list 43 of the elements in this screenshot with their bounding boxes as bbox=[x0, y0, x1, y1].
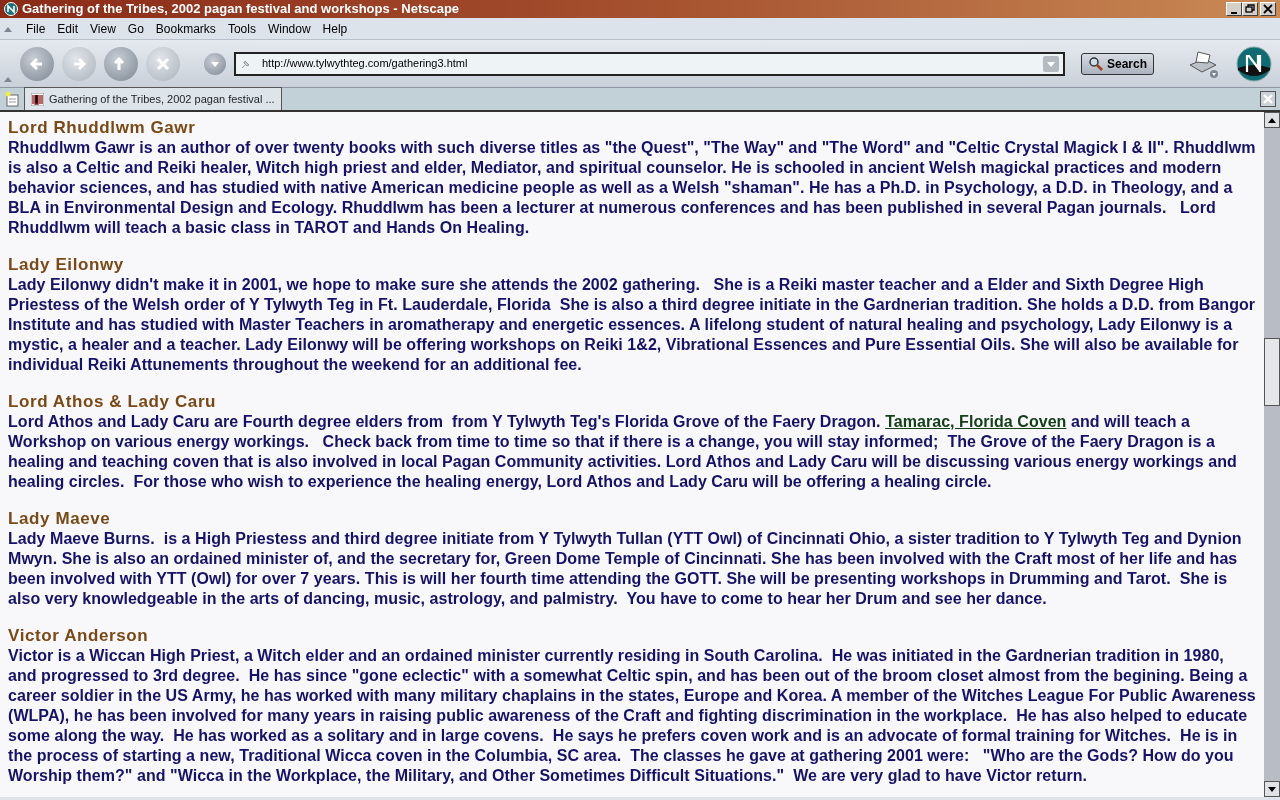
reload-button[interactable] bbox=[104, 46, 138, 81]
restore-icon[interactable] bbox=[1242, 2, 1258, 16]
menu-item[interactable]: Go bbox=[121, 17, 150, 40]
menu-item[interactable]: Tools bbox=[221, 17, 262, 40]
section-heading: Victor Anderson bbox=[8, 626, 150, 646]
address-bar[interactable]: http://www.tylwythteg.com/gathering3.html bbox=[234, 51, 1065, 76]
section-heading: Lord Rhuddlwm Gawr bbox=[8, 118, 197, 138]
menu-item[interactable]: View bbox=[84, 17, 122, 40]
menu-item[interactable]: Window bbox=[261, 17, 317, 40]
section-heading: Lord Athos & Lady Caru bbox=[8, 392, 218, 412]
menu-item[interactable]: File bbox=[20, 17, 52, 40]
scroll-up-button[interactable] bbox=[1264, 112, 1280, 128]
biography-paragraph: Lady Maeve Burns. is a High Priestess and third degree initiate from Y Tylwyth Tullan (YTT Owl) of Cincinnati Ohio, a sister tradition to Y Tylwyth Teg and Dynion Mwyn. She is also an ordained minister of, and the secretary for, Green Dome Temple of Cincinnati. She has been involved with the Craft most of her life and has been involved with YTT (Owl) for over 7 years. This is will her fourth time attending the GOTT. She will be presenting workshops in Drumming and Tarot. She is also very knowledgeable in the arts of dancing, music, astrology, and palmistry. You have to come to hear her Drum and see her dance. bbox=[8, 529, 1243, 609]
toolbar-grip-icon bbox=[4, 75, 12, 83]
section-heading: Lady Maeve bbox=[8, 509, 112, 529]
minimize-icon[interactable] bbox=[1226, 2, 1242, 16]
new-tab-icon bbox=[4, 91, 20, 107]
scroll-down-button[interactable] bbox=[1264, 781, 1280, 797]
menu-item[interactable]: Edit bbox=[51, 17, 85, 40]
search-icon bbox=[1087, 55, 1104, 72]
close-icon[interactable] bbox=[1260, 2, 1276, 16]
address-field[interactable]: http://www.tylwythteg.com/gathering3.html bbox=[260, 54, 1043, 73]
app-logo-icon bbox=[4, 2, 18, 16]
history-dropdown-button[interactable] bbox=[204, 52, 226, 75]
biography-paragraph: Lord Athos and Lady Caru are Fourth degree elders from from Y Tylwyth Teg's Florida Grove of the Faery Dragon. Tamarac, Florida Coven and will teach a Workshop on various energy workings. Check back from time to time so that if there is a change, you will stay informed; The Grove of the Faery Dragon is a healing and teaching coven that is also involved in local Pagan Community activities. Lord Athos and Lady Caru will be discussing various energy workings and healing circles. For those who wish to experience the healing energy, Lord Athos and Lady Caru will be offering a healing circle. bbox=[8, 412, 1238, 492]
scroll-thumb[interactable] bbox=[1264, 338, 1280, 406]
up-arrow-icon bbox=[1268, 117, 1276, 123]
biography-paragraph: Rhuddlwm Gawr is an author of over twenty books with such diverse titles as "the Quest", "The Way" and "The Word" and "Celtic Crystal Magick I & II". Rhuddlwm is also a Celtic and Reiki healer, Witch high priest and elder, Mediator, and spiritual counselor. He is schooled in ancient Welsh magickal practices and modern behavior sciences, and has studied with native American medicine people as well as a Welsh "shaman". He has a Ph.D. in Psychology, a D.D. in Theology, and a BLA in Environmental Design and Ecology. Rhuddlwm has been a lecturer at numerous conferences and has been published in several Pagan journals. Lord Rhuddlwm will teach a basic class in TAROT and Hands On Healing. bbox=[8, 138, 1256, 238]
site-favicon-icon bbox=[31, 92, 44, 106]
search-button[interactable]: Search bbox=[1080, 52, 1154, 75]
menu-item[interactable]: Bookmarks bbox=[149, 17, 222, 40]
window-title: Gathering of the Tribes, 2002 pagan festival and workshops - Netscape bbox=[22, 0, 461, 18]
caret-icon bbox=[210, 59, 220, 68]
down-arrow-icon bbox=[1268, 786, 1276, 792]
menu-item[interactable]: Help bbox=[316, 17, 354, 40]
netscape-logo-icon bbox=[1236, 45, 1272, 82]
coven-link[interactable]: Tamarac, Florida Coven bbox=[885, 413, 1067, 430]
browser-tab[interactable]: Gathering of the Tribes, 2002 pagan festival ... bbox=[24, 87, 282, 110]
biography-paragraph: Victor is a Wiccan High Priest, a Witch elder and an ordained minister currently residing in South Carolina. He was initiated in the Gardnerian tradition in 1980, and progressed to 3rd degree. He has since "gone eclectic" with a somewhat Celtic spin, and has been out of the broom closet almost from the begining. Being a career soldier in the US Army, he has worked with many military chaplains in the states, Europe and Korea. A member of the Witches League For Public Awareness (WLPA), he has been involved for many years in raising public awareness of the Craft and fighting discrimination in the workplace. He has also helped to educate some along the way. He has worked as a solitary and in large covens. He says he prefers coven work and is an advocate of formal training for Witches. He is in the process of starting a new, Traditional Wicca coven in the Columbia, SC area. The classes he gave at gathering 2001 were: "Who are the Gods? How do you Worship them?" and "Wicca in the Workplace, the Military, and Other Sometimes Difficult Situations." We are very glad to have Victor return. bbox=[8, 646, 1256, 786]
biography-paragraph: Lady Eilonwy didn't make it in 2001, we hope to make sure she attends the 2002 gathering. She is a Reiki master teacher and a Elder and Sixth Degree High Priestess of the Welsh order of Y Tylwyth Teg in Ft. Lauderdale, Florida She is also a third degree initiate in the Gardnerian tradition. She holds a D.D. from Bangor Institute and has studied with Master Teachers in aromatherapy and energetic essences. A lifelong student of natural healing and psychology, Lady Eilonwy is a mystic, a healer and a teacher. Lady Eilonwy will be offering workshops on Reiki 1&2, Vibrational Essences and Pure Essential Oils. She will also be available for individual Reiki Attunements throughout the weekend for an additional fee. bbox=[8, 275, 1256, 375]
close-tab-icon[interactable] bbox=[1260, 91, 1276, 107]
back-button[interactable] bbox=[20, 46, 54, 81]
section-heading: Lady Eilonwy bbox=[8, 255, 125, 275]
